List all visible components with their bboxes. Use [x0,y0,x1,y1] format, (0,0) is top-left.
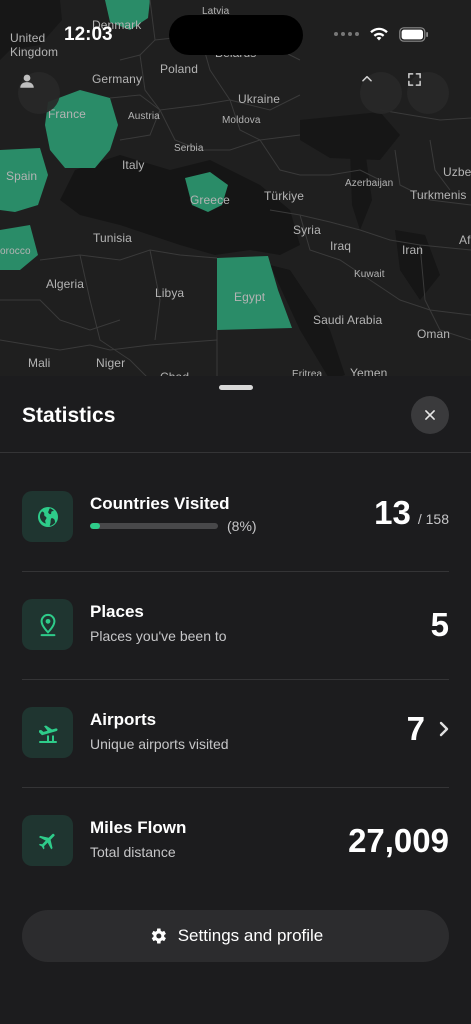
stat-value: 7 [406,710,425,747]
expand-sheet-button[interactable] [360,72,402,114]
map-label-mali: Mali [28,356,51,370]
person-icon [20,74,34,88]
map-label-morocco: orocco [0,246,31,257]
map-label-oman: Oman [417,327,451,341]
location-pin-icon [40,613,55,636]
close-button[interactable] [411,396,449,434]
map-label-niger: Niger [96,356,126,370]
stat-title: Miles Flown [90,818,187,837]
map-label-kuwait: Kuwait [354,269,385,280]
airports-value: 7 [407,710,449,748]
stat-title: Places [90,602,144,621]
settings-profile-button[interactable]: Settings and profile [22,910,449,962]
map-label-turkiye: Türkiye [264,189,305,203]
dynamic-island [169,15,303,55]
stat-value: 13 [374,494,411,531]
stat-subtitle: Total distance [90,844,176,860]
stat-title: Countries Visited [90,494,230,513]
chevron-up-icon [362,75,372,82]
map-label-iraq: Iraq [330,239,352,253]
fullscreen-button[interactable] [407,72,449,114]
map-label-italy: Italy [122,158,145,172]
fullscreen-icon [408,73,421,86]
status-icons [334,26,429,42]
map-label-egypt: Egypt [234,290,266,304]
wifi-icon [370,27,388,41]
map-label-uzbekistan: Uzbe [443,165,471,179]
map-label-libya: Libya [155,286,185,300]
stat-row-miles[interactable]: Miles Flown Total distance 27,009 [22,788,449,896]
map-label-saudi-arabia: Saudi Arabia [313,313,383,327]
stat-value: 27,009 [348,822,449,859]
globe-icon-box [22,491,73,542]
profile-button[interactable] [18,72,60,114]
map-label-germany: Germany [92,72,143,86]
countries-progress-bar [90,523,218,529]
gear-icon [151,928,166,944]
map-label-turkmenistan: Turkmenis [410,188,467,202]
map-label-austria: Austria [128,111,160,122]
globe-icon [37,506,58,527]
stat-value: 5 [430,606,449,643]
map-label-united-kingdom: United Kingdom [10,31,59,59]
stat-row-places[interactable]: Places Places you've been to 5 [22,572,449,680]
world-map[interactable]: Latvia Denmark United Kingdom Belarus Po… [0,0,471,380]
map-label-serbia: Serbia [174,143,204,154]
stat-row-airports[interactable]: Airports Unique airports visited 7 [22,680,449,788]
map-label-azerbaijan: Azerbaijan [345,178,394,189]
countries-progress-fill [90,523,101,529]
chevron-right-icon [439,721,449,737]
sheet-title: Statistics [22,404,116,427]
cellular-signal-icon [334,32,359,36]
map-label-poland: Poland [160,62,198,76]
map-label-algeria: Algeria [46,277,85,291]
map-label-greece: Greece [190,193,230,207]
map-label-spain: Spain [6,169,38,183]
map-label-syria: Syria [293,223,321,237]
settings-profile-label: Settings and profile [177,926,324,945]
countries-progress-percent: (8%) [227,518,257,534]
airplane-icon [38,833,55,849]
map-label-moldova: Moldova [222,115,261,126]
map-label-france: France [48,107,86,121]
stat-subtitle: Places you've been to [90,628,227,644]
pin-icon-box [22,599,73,650]
airport-icon-box [22,707,73,758]
sheet-divider [0,452,471,453]
plane-icon-box [22,815,73,866]
airplane-departure-icon [38,725,58,743]
stat-subtitle: Unique airports visited [90,736,229,752]
stat-row-countries[interactable]: Countries Visited (8%) 13 / 158 [22,464,449,572]
stat-title: Airports [90,710,157,729]
map-label-ukraine: Ukraine [238,92,281,106]
map-label-afghanistan: Af [459,233,471,247]
map-label-tunisia: Tunisia [93,231,132,245]
stat-total: / 158 [417,511,449,527]
countries-value: 13 / 158 [374,494,449,532]
map-label-iran: Iran [402,243,424,257]
sheet-grabber[interactable] [219,385,253,390]
statistics-sheet: Statistics Countries Visited (8%) 13 / 1… [0,376,471,1024]
status-time: 12:03 [64,24,113,45]
battery-icon [399,26,428,42]
close-icon [425,410,435,420]
